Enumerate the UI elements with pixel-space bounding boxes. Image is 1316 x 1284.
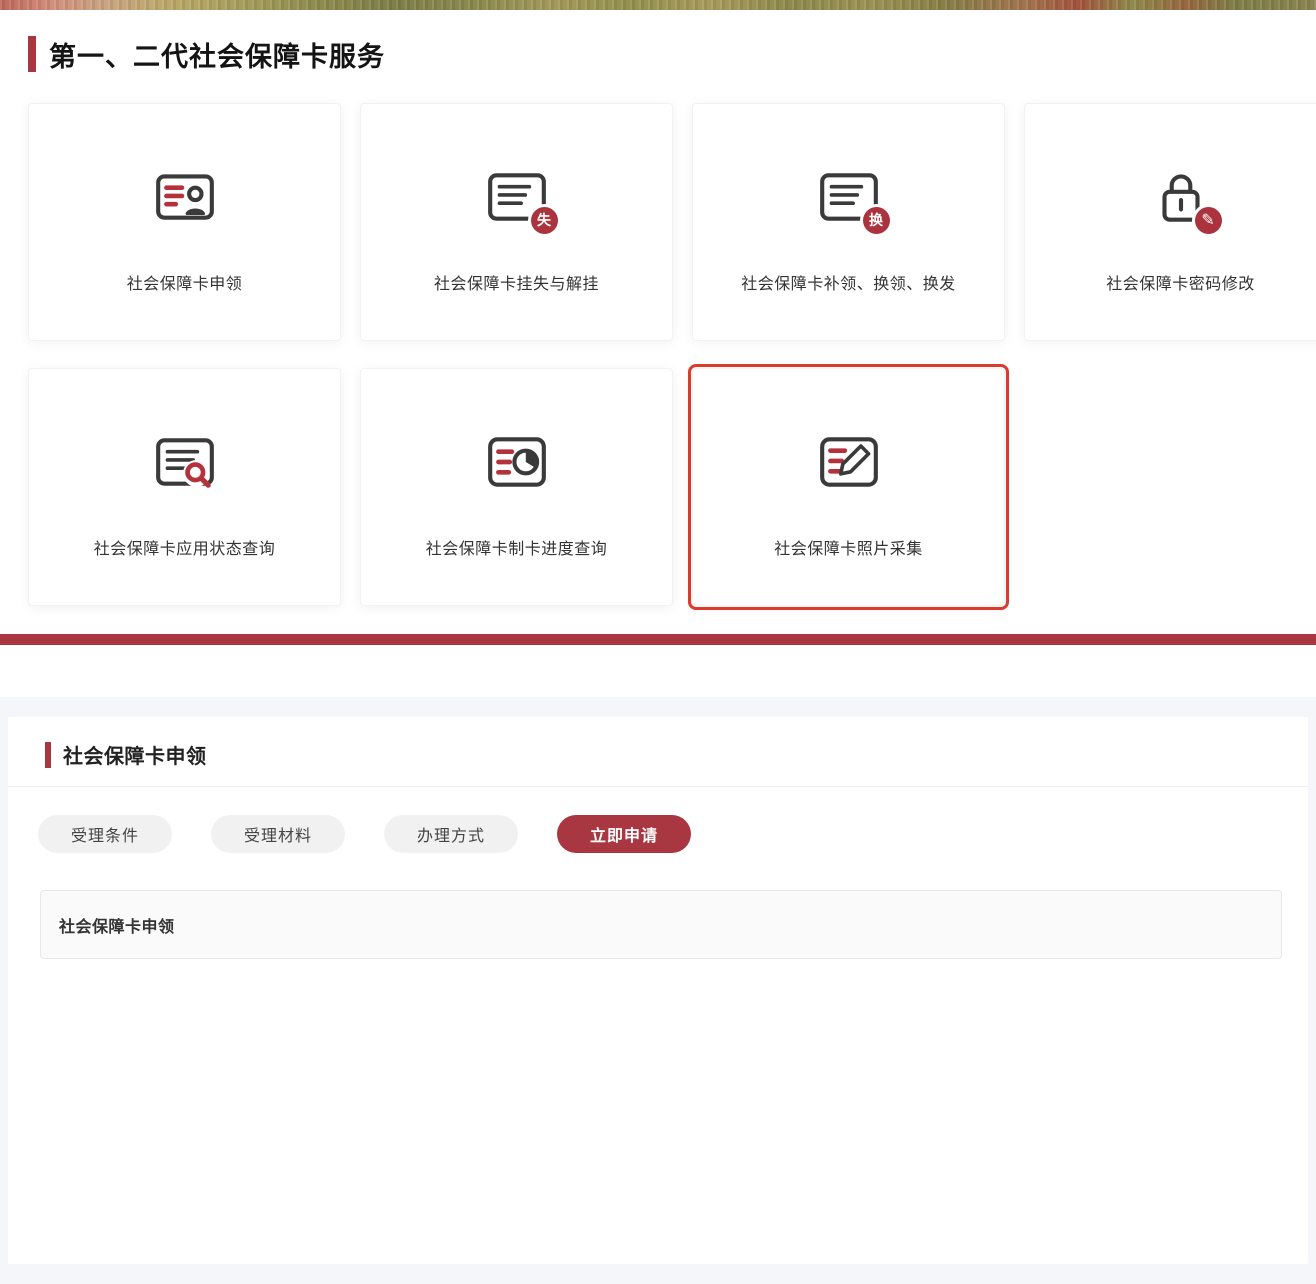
tab-acceptance-conditions[interactable]: 受理条件 bbox=[38, 815, 172, 853]
card-person-icon bbox=[152, 164, 218, 230]
service-card-label: 社会保障卡照片采集 bbox=[774, 535, 923, 559]
section-title-row: 第一、二代社会保障卡服务 bbox=[28, 35, 1316, 73]
tab-apply-now[interactable]: 立即申请 bbox=[557, 815, 691, 853]
services-section: 第一、二代社会保障卡服务 社会保障卡申领 bbox=[0, 10, 1316, 606]
red-accent-bar bbox=[28, 36, 36, 72]
tab-required-materials[interactable]: 受理材料 bbox=[211, 815, 345, 853]
tab-processing-method[interactable]: 办理方式 bbox=[384, 815, 518, 853]
doc-lines-icon: 换 bbox=[816, 164, 882, 230]
service-card-photo-collection[interactable]: 社会保障卡照片采集 bbox=[692, 368, 1005, 606]
decorative-photo-strip bbox=[0, 0, 1316, 10]
service-card-progress-query[interactable]: 社会保障卡制卡进度查询 bbox=[360, 368, 673, 606]
section-divider bbox=[0, 634, 1316, 645]
red-accent-bar bbox=[45, 742, 51, 768]
service-card-password-change[interactable]: ✎ 社会保障卡密码修改 bbox=[1024, 103, 1316, 341]
service-card-label: 社会保障卡制卡进度查询 bbox=[426, 535, 608, 559]
detail-title: 社会保障卡申领 bbox=[63, 740, 207, 769]
card-clock-icon bbox=[484, 429, 550, 495]
exchange-badge: 换 bbox=[863, 207, 890, 234]
service-card-label: 社会保障卡补领、换领、换发 bbox=[741, 270, 956, 294]
content-heading: 社会保障卡申领 bbox=[59, 913, 175, 937]
doc-lines-icon: 失 bbox=[484, 164, 550, 230]
content-heading-box: 社会保障卡申领 bbox=[40, 890, 1282, 959]
detail-panel-header: 社会保障卡申领 bbox=[8, 717, 1308, 787]
service-card-loss-report[interactable]: 失 社会保障卡挂失与解挂 bbox=[360, 103, 673, 341]
service-card-label: 社会保障卡密码修改 bbox=[1106, 270, 1255, 294]
detail-section: 社会保障卡申领 受理条件 受理材料 办理方式 立即申请 社会保障卡申领 bbox=[0, 697, 1316, 1284]
loss-badge: 失 bbox=[531, 207, 558, 234]
detail-panel: 社会保障卡申领 受理条件 受理材料 办理方式 立即申请 社会保障卡申领 bbox=[8, 717, 1308, 1264]
edit-badge: ✎ bbox=[1195, 207, 1222, 234]
doc-search-icon bbox=[152, 429, 218, 495]
service-card-label: 社会保障卡申领 bbox=[127, 270, 243, 294]
service-card-apply[interactable]: 社会保障卡申领 bbox=[28, 103, 341, 341]
service-card-label: 社会保障卡应用状态查询 bbox=[94, 535, 276, 559]
service-cards-grid: 社会保障卡申领 失 社会保障卡挂失与解挂 bbox=[28, 103, 1316, 606]
service-card-label: 社会保障卡挂失与解挂 bbox=[434, 270, 599, 294]
service-card-status-query[interactable]: 社会保障卡应用状态查询 bbox=[28, 368, 341, 606]
service-card-replacement[interactable]: 换 社会保障卡补领、换领、换发 bbox=[692, 103, 1005, 341]
detail-tabs: 受理条件 受理材料 办理方式 立即申请 bbox=[8, 787, 1308, 853]
section-title: 第一、二代社会保障卡服务 bbox=[49, 35, 385, 74]
lock-icon: ✎ bbox=[1148, 164, 1214, 230]
card-pencil-icon bbox=[816, 429, 882, 495]
